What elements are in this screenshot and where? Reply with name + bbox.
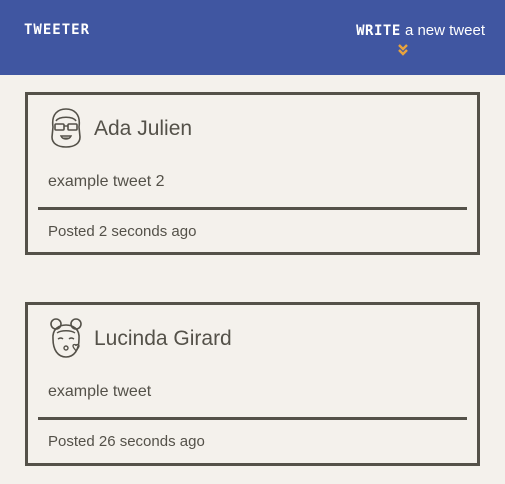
tweet-timestamp: Posted 2 seconds ago bbox=[48, 223, 197, 240]
tweet-divider bbox=[38, 417, 467, 420]
compose-label-rest: a new tweet bbox=[400, 22, 485, 39]
top-nav: TWEETER WRITE a new tweet bbox=[0, 0, 505, 75]
kissing-girl-avatar-icon bbox=[50, 318, 82, 358]
tweet-text: example tweet 2 bbox=[48, 173, 165, 190]
tweet-author-name: Lucinda Girard bbox=[94, 327, 232, 350]
glasses-girl-avatar-icon bbox=[51, 108, 81, 148]
tweet-text: example tweet bbox=[48, 383, 152, 400]
brand-logo[interactable]: TWEETER bbox=[24, 22, 90, 38]
tweet-author-name: Ada Julien bbox=[94, 117, 193, 140]
tweet-timestamp: Posted 26 seconds ago bbox=[48, 433, 205, 450]
compose-toggle-button[interactable]: WRITE a new tweet bbox=[356, 22, 485, 56]
tweet-card: Ada Julien example tweet 2 Posted 2 seco… bbox=[25, 92, 480, 255]
double-chevron-down-icon bbox=[397, 44, 408, 56]
tweet-divider bbox=[38, 207, 467, 210]
tweet-card: Lucinda Girard example tweet Posted 26 s… bbox=[25, 302, 480, 466]
compose-label-strong: WRITE bbox=[356, 23, 401, 39]
